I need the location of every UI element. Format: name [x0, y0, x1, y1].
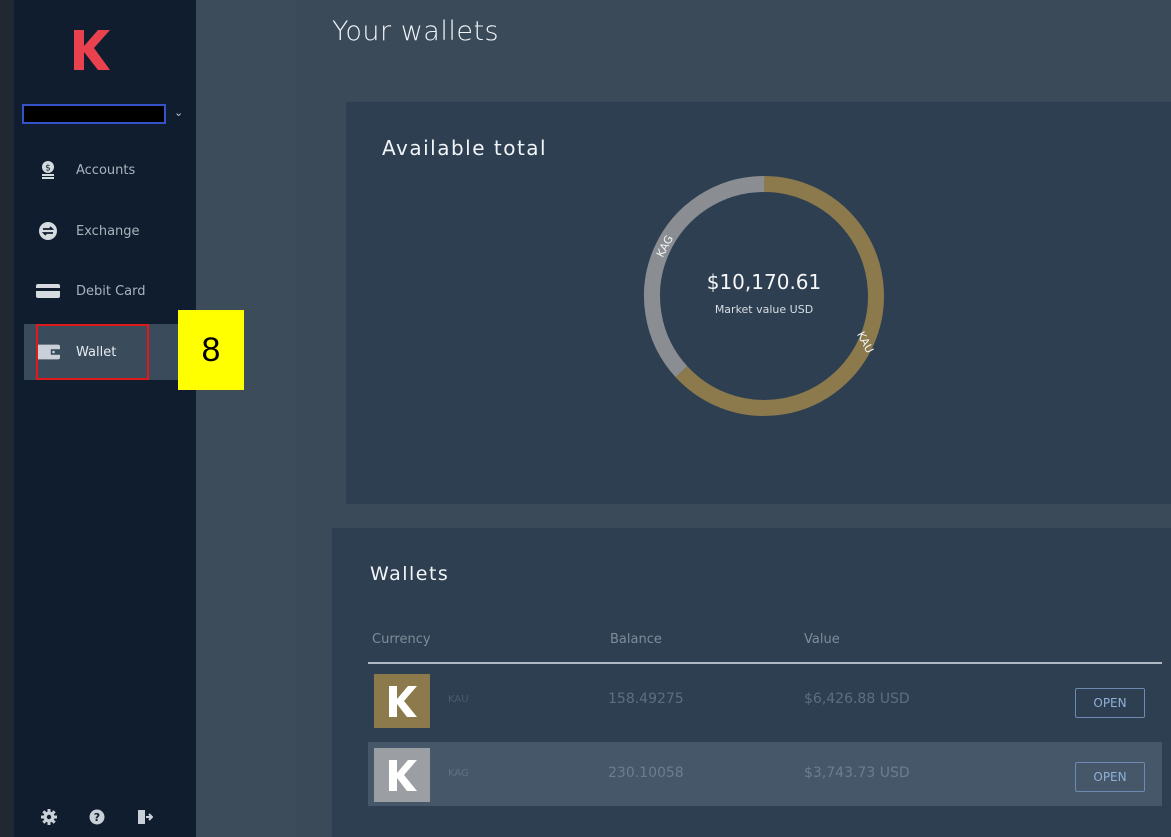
chevron-down-icon[interactable]: ⌄	[174, 106, 183, 119]
currency-name: KAU	[448, 694, 469, 705]
account-select[interactable]	[22, 104, 166, 124]
column-header-balance: Balance	[610, 632, 662, 647]
total-amount: $10,170.61	[706, 270, 822, 294]
help-icon[interactable]: ?	[88, 808, 106, 826]
sidebar-item-debit-card[interactable]: Debit Card	[14, 263, 196, 319]
currency-name: KAG	[448, 768, 469, 779]
donut-segment-kau	[675, 176, 884, 416]
debit-card-icon	[36, 281, 60, 301]
open-wallet-button[interactable]: OPEN	[1075, 762, 1145, 792]
exchange-icon	[36, 221, 60, 241]
accounts-icon: $	[36, 160, 60, 180]
sidebar-spacer	[196, 0, 296, 837]
total-amount-caption: Market value USD	[714, 303, 814, 316]
kag-coin-icon	[374, 748, 430, 802]
open-wallet-button[interactable]: OPEN	[1075, 688, 1145, 718]
table-row: KAU 158.49275 $6,426.88 USD OPEN	[368, 668, 1162, 732]
window-edge	[0, 0, 14, 837]
wallet-balance: 158.49275	[608, 691, 684, 707]
available-total-title: Available total	[382, 136, 548, 160]
column-header-currency: Currency	[372, 632, 431, 647]
logo[interactable]	[70, 26, 114, 74]
sidebar-item-label: Accounts	[76, 162, 136, 178]
sidebar-item-label: Exchange	[76, 223, 140, 239]
sidebar-item-label: Debit Card	[76, 283, 146, 299]
svg-text:$: $	[45, 164, 51, 174]
page-title: Your wallets	[332, 16, 500, 47]
logout-icon[interactable]	[136, 808, 154, 826]
settings-icon[interactable]	[40, 808, 58, 826]
wallet-value: $3,743.73 USD	[804, 765, 910, 781]
kau-coin-icon	[374, 674, 430, 728]
wallet-value: $6,426.88 USD	[804, 691, 910, 707]
wallet-highlight-box	[36, 324, 149, 380]
sidebar	[14, 0, 196, 837]
step-number-badge: 8	[178, 310, 244, 390]
svg-text:?: ?	[94, 811, 100, 824]
table-row: KAG 230.10058 $3,743.73 USD OPEN	[368, 742, 1162, 806]
sidebar-item-accounts[interactable]: $ Accounts	[14, 142, 196, 198]
donut-chart: KAG KAU	[644, 176, 884, 416]
wallet-balance: 230.10058	[608, 765, 684, 781]
wallets-title: Wallets	[370, 563, 450, 585]
column-header-value: Value	[804, 632, 840, 647]
table-header-divider	[368, 662, 1162, 664]
sidebar-item-exchange[interactable]: Exchange	[14, 203, 196, 259]
